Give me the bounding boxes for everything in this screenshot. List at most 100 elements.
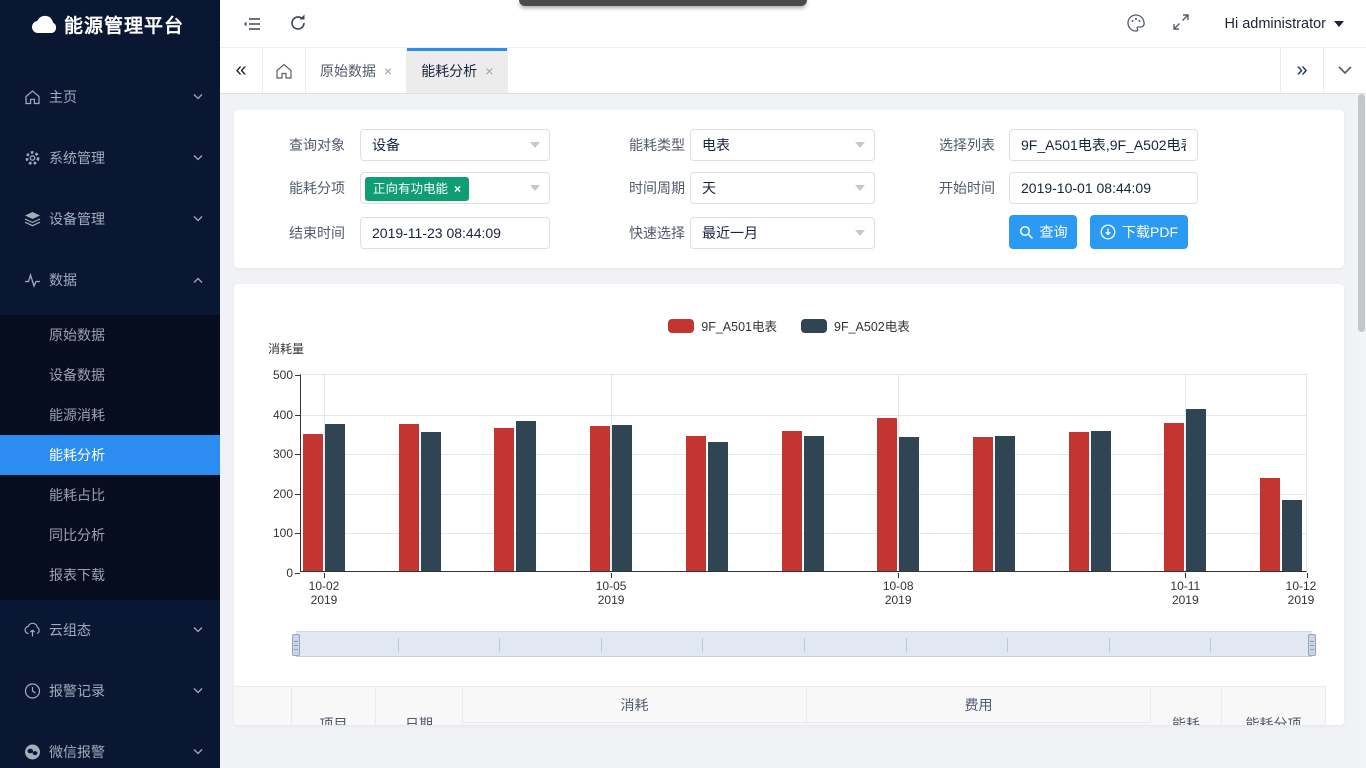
legend-item-a501[interactable]: 9F_A501电表 — [668, 316, 777, 335]
bar-9F_A502电表-10-02 — [325, 424, 345, 571]
sidebar-item-alarm-records[interactable]: 报警记录 — [0, 660, 220, 721]
sidebar-item-energy-consumption[interactable]: 能源消耗 — [0, 395, 220, 435]
tabs-menu-button[interactable] — [1323, 48, 1366, 93]
sidebar-submenu-data: 原始数据 设备数据 能源消耗 能耗分析 能耗占比 同比分析 报表下载 — [0, 315, 220, 600]
fullscreen-button[interactable] — [1172, 13, 1194, 35]
sidebar-collapse-button[interactable] — [242, 13, 264, 35]
x-axis-label: 10-052019 — [576, 579, 646, 607]
sidebar-item-label: 报警记录 — [49, 681, 105, 701]
cloud-upload-icon — [24, 621, 41, 638]
datazoom-left-handle[interactable] — [292, 634, 300, 656]
select-value: 天 — [702, 173, 716, 203]
time-period-select[interactable]: 天 — [690, 172, 875, 204]
sidebar: 能源管理平台 主页 系统管理 设备管理 数据 原始数据 设备数据 能源消耗 — [0, 0, 220, 768]
theme-button[interactable] — [1126, 13, 1148, 35]
user-greeting: Hi administrator — [1224, 16, 1326, 32]
energy-subitem-select[interactable]: 正向有功电能 × — [360, 172, 550, 204]
home-icon — [275, 62, 293, 80]
datazoom-tick — [1210, 638, 1211, 652]
sidebar-item-label: 云组态 — [49, 620, 91, 640]
home-tab-button[interactable] — [263, 48, 306, 93]
datazoom-tick — [398, 638, 399, 652]
download-icon — [1100, 224, 1116, 240]
content-area: 查询对象 设备 能耗类型 电表 选择列表 能耗分项 正向 — [220, 94, 1366, 768]
datazoom-right-handle[interactable] — [1308, 634, 1316, 656]
bar-9F_A501电表-10-10 — [1069, 432, 1089, 571]
sidebar-item-label: 系统管理 — [49, 148, 105, 168]
query-object-select[interactable]: 设备 — [360, 129, 550, 161]
sidebar-item-system-management[interactable]: 系统管理 — [0, 127, 220, 188]
tab-energy-analysis[interactable]: 能耗分析 × — [407, 48, 508, 93]
sidebar-item-home[interactable]: 主页 — [0, 66, 220, 127]
y-axis-title: 消耗量 — [268, 340, 304, 357]
tabs-scroll-right-button[interactable]: » — [1280, 48, 1323, 93]
sidebar-item-energy-analysis[interactable]: 能耗分析 — [0, 435, 220, 475]
table-column-header-能耗: 能耗 — [1151, 687, 1222, 725]
sidebar-item-device-management[interactable]: 设备管理 — [0, 188, 220, 249]
quick-select[interactable]: 最近一月 — [690, 217, 875, 249]
chevron-down-icon — [193, 93, 203, 100]
sidebar-item-cloud-config[interactable]: 云组态 — [0, 599, 220, 660]
sidebar-item-device-data[interactable]: 设备数据 — [0, 355, 220, 395]
start-time-input[interactable] — [1009, 172, 1198, 204]
datazoom-tick — [1109, 638, 1110, 652]
x-axis-label: 10-022019 — [289, 579, 359, 607]
refresh-button[interactable] — [288, 13, 310, 35]
y-axis-tick — [295, 415, 300, 416]
tabs-scroll-left-button[interactable]: « — [220, 48, 263, 93]
close-tab-icon[interactable]: × — [485, 63, 493, 79]
user-menu[interactable]: Hi administrator — [1224, 0, 1344, 48]
y-axis-tick — [295, 573, 300, 574]
table-column-header-消耗: 消耗 — [463, 687, 807, 723]
field-label-start-time: 开始时间 — [895, 172, 995, 204]
legend-label: 9F_A501电表 — [701, 316, 777, 335]
chart-panel: 9F_A501电表 9F_A502电表 消耗量 0100200300400500… — [234, 284, 1344, 725]
meter-list-input[interactable] — [1009, 129, 1198, 161]
legend-item-a502[interactable]: 9F_A502电表 — [801, 316, 910, 335]
y-axis-tick — [295, 533, 300, 534]
bar-9F_A501电表-10-07 — [782, 431, 802, 571]
sidebar-item-label: 微信报警 — [49, 742, 105, 762]
y-axis-tick-label: 500 — [255, 368, 293, 382]
datazoom-tick — [601, 638, 602, 652]
chevron-up-icon — [193, 276, 203, 283]
bar-9F_A501电表-10-02 — [303, 434, 323, 571]
x-axis-label: 10-082019 — [863, 579, 933, 607]
sidebar-item-wechat-alarm[interactable]: 微信报警 — [0, 721, 220, 768]
browser-notch — [519, 0, 807, 6]
select-caret-icon — [855, 142, 865, 148]
x-axis-tick — [898, 573, 899, 578]
close-tab-icon[interactable]: × — [384, 63, 392, 79]
chevron-down-icon — [193, 748, 203, 755]
remove-tag-icon[interactable]: × — [454, 177, 461, 201]
scrollbar-thumb[interactable] — [1358, 94, 1365, 332]
selected-tag: 正向有功电能 × — [365, 177, 469, 201]
legend-swatch-dark — [801, 319, 827, 333]
select-caret-icon — [530, 185, 540, 191]
palette-icon — [1126, 13, 1146, 33]
sidebar-item-energy-proportion[interactable]: 能耗占比 — [0, 475, 220, 515]
select-value: 最近一月 — [702, 218, 758, 248]
bar-9F_A502电表-10-07 — [804, 436, 824, 571]
sidebar-item-label: 主页 — [49, 87, 77, 107]
tab-raw-data[interactable]: 原始数据 × — [306, 48, 407, 93]
sidebar-item-data[interactable]: 数据 — [0, 249, 220, 310]
datazoom-slider[interactable] — [296, 631, 1312, 657]
query-button[interactable]: 查询 — [1009, 215, 1077, 249]
scrollbar-track[interactable] — [1357, 94, 1366, 768]
bar-9F_A501电表-10-08 — [877, 418, 897, 571]
refresh-icon — [288, 13, 308, 33]
legend-swatch-red — [668, 319, 694, 333]
results-table-header: 项目日期消耗费用能耗能耗分项 — [234, 686, 1326, 725]
user-caret-icon — [1334, 21, 1344, 27]
end-time-input[interactable] — [360, 217, 550, 249]
sidebar-item-yoy-analysis[interactable]: 同比分析 — [0, 515, 220, 555]
download-pdf-button[interactable]: 下载PDF — [1090, 215, 1188, 249]
energy-type-select[interactable]: 电表 — [690, 129, 875, 161]
y-axis-tick — [295, 454, 300, 455]
bar-9F_A501电表-10-09 — [973, 437, 993, 571]
sidebar-item-raw-data[interactable]: 原始数据 — [0, 315, 220, 355]
sidebar-item-report-download[interactable]: 报表下载 — [0, 555, 220, 595]
field-label-select-list: 选择列表 — [895, 129, 995, 161]
bar-9F_A501电表-10-11 — [1164, 423, 1184, 572]
